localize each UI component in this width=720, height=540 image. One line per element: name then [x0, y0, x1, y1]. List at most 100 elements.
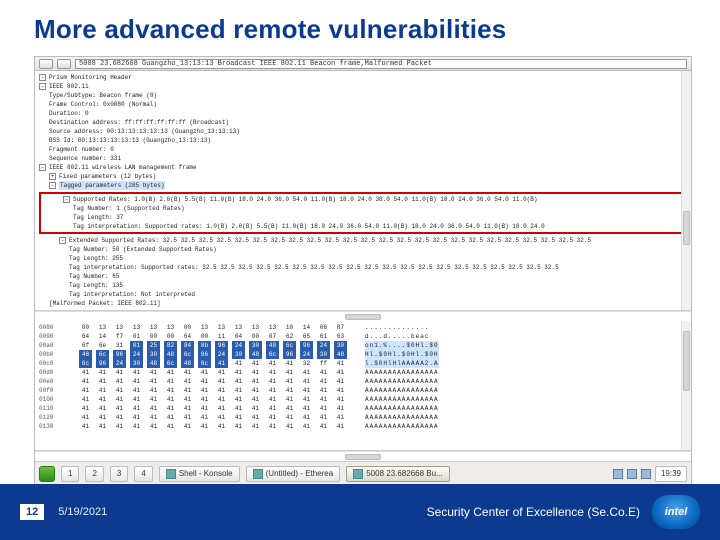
hex-byte: 41: [317, 386, 330, 395]
expand-icon[interactable]: -: [49, 182, 56, 189]
nav-forward-button[interactable]: [57, 59, 71, 69]
hex-bytes: 6f6e31012582848b962430486c962430: [79, 341, 347, 350]
vertical-scrollbar[interactable]: [681, 321, 691, 450]
hex-byte: 41: [164, 377, 177, 386]
expand-icon[interactable]: -: [39, 164, 46, 171]
hex-ascii: AAAAAAAAAAAAAAAA: [365, 422, 439, 431]
hex-byte: 6c: [283, 341, 296, 350]
hex-byte: 41: [232, 395, 245, 404]
hex-byte: 96: [300, 341, 313, 350]
hex-byte: 41: [130, 377, 143, 386]
tray-icon[interactable]: [641, 469, 651, 479]
hex-byte: 11: [215, 332, 228, 341]
hex-row: 00e041414141414141414141414141414141AAAA…: [39, 377, 687, 386]
hex-byte: 13: [96, 323, 109, 332]
tray-icon[interactable]: [613, 469, 623, 479]
hex-byte: 82: [164, 341, 177, 350]
tab-label: 3: [117, 469, 121, 478]
hex-byte: 41: [334, 404, 347, 413]
hex-byte: 41: [283, 386, 296, 395]
hex-ascii: l.$0HlHlAAAAA2.A: [365, 359, 439, 368]
expand-icon[interactable]: -: [63, 196, 70, 203]
hex-byte: 6c: [96, 350, 109, 359]
hex-bytes: 41414141414141414141414141414141: [79, 368, 347, 377]
hex-byte: 41: [317, 413, 330, 422]
tree-leaf: Tag interpretation: Supported rates: 1.0…: [43, 222, 683, 231]
desktop-tab[interactable]: 1: [61, 466, 79, 482]
tree-leaf: Tag Number: 1 (Supported Rates): [43, 204, 683, 213]
hex-byte: 41: [215, 395, 228, 404]
hex-byte: 41: [198, 404, 211, 413]
tree-node: Extended Supported Rates: 32.5 32.5 32.5…: [69, 237, 591, 244]
hex-byte: 30: [334, 341, 347, 350]
scroll-thumb[interactable]: [345, 454, 381, 460]
slide-footer: 12 5/19/2021 Security Center of Excellen…: [0, 484, 720, 540]
hex-row: 00906414f701000064001104000762656163d...…: [39, 332, 687, 341]
hex-byte: 41: [215, 368, 228, 377]
desktop-tab[interactable]: 4: [134, 466, 152, 482]
packet-summary-field[interactable]: 5008 23.682668 Guangzho_13:13:13 Broadca…: [75, 59, 687, 69]
hex-byte: 41: [266, 386, 279, 395]
hex-byte: 41: [266, 395, 279, 404]
hex-byte: 41: [266, 377, 279, 386]
hex-byte: 41: [334, 377, 347, 386]
hex-byte: 41: [283, 359, 296, 368]
tree-leaf: Tag Length: 37: [43, 213, 683, 222]
task-item-active[interactable]: 5008 23.682668 Bu...: [346, 466, 450, 482]
tree-leaf: Destination address: ff:ff:ff:ff:ff:ff (…: [39, 118, 687, 127]
tree-leaf: Tag Number: 50 (Extended Supported Rates…: [39, 245, 687, 254]
tree-leaf: Fragment number: 0: [39, 145, 687, 154]
hex-byte: 00: [249, 332, 262, 341]
hex-row: 00b0486c962430486c962430486c96243048Hl.$…: [39, 350, 687, 359]
task-item[interactable]: (Untitled) - Etherea: [246, 466, 341, 482]
expand-icon[interactable]: -: [59, 237, 66, 244]
hex-address: 00d0: [39, 368, 69, 377]
hex-byte: 41: [79, 368, 92, 377]
hex-byte: 04: [232, 332, 245, 341]
hex-byte: 41: [164, 368, 177, 377]
hex-byte: 41: [334, 368, 347, 377]
hex-byte: 41: [317, 395, 330, 404]
tray-icon[interactable]: [627, 469, 637, 479]
expand-icon[interactable]: -: [39, 83, 46, 90]
hex-byte: 41: [300, 404, 313, 413]
hex-byte: 41: [317, 377, 330, 386]
hex-byte: 41: [147, 377, 160, 386]
expand-icon[interactable]: +: [49, 173, 56, 180]
task-label: Shell - Konsole: [179, 469, 233, 478]
hex-ascii: AAAAAAAAAAAAAAAA: [365, 368, 439, 377]
task-item[interactable]: Shell - Konsole: [159, 466, 240, 482]
hex-byte: 96: [215, 341, 228, 350]
hex-byte: 41: [249, 368, 262, 377]
hex-byte: 41: [215, 422, 228, 431]
footer-attribution: Security Center of Excellence (Se.Co.E): [427, 505, 640, 519]
vertical-scrollbar[interactable]: [681, 71, 691, 310]
hex-byte: 41: [232, 404, 245, 413]
hex-byte: 41: [334, 422, 347, 431]
nav-back-button[interactable]: [39, 59, 53, 69]
hex-byte: 6e: [96, 341, 109, 350]
hex-dump-pane[interactable]: 008000131313131300131313131310140687....…: [35, 321, 691, 451]
start-button[interactable]: [39, 466, 55, 482]
hex-byte: 24: [215, 350, 228, 359]
desktop-tab[interactable]: 3: [110, 466, 128, 482]
hex-byte: 41: [96, 395, 109, 404]
scroll-thumb[interactable]: [683, 331, 690, 391]
hex-byte: 41: [164, 386, 177, 395]
scroll-thumb[interactable]: [345, 314, 381, 320]
app-icon: [166, 469, 176, 479]
clock-text: 19:39: [661, 469, 681, 478]
horizontal-scrollbar[interactable]: [35, 451, 691, 461]
horizontal-scrollbar[interactable]: [35, 311, 691, 321]
hex-byte: f7: [113, 332, 126, 341]
hex-address: 0090: [39, 332, 69, 341]
hex-byte: 25: [147, 341, 160, 350]
clock[interactable]: 19:39: [655, 466, 687, 482]
scroll-thumb[interactable]: [683, 211, 690, 245]
desktop-tab[interactable]: 2: [85, 466, 103, 482]
dissection-pane[interactable]: -Prism Monitoring Header -IEEE 802.11 Ty…: [35, 71, 691, 311]
hex-byte: 41: [232, 377, 245, 386]
expand-icon[interactable]: -: [39, 74, 46, 81]
hex-byte: 13: [147, 323, 160, 332]
task-label: 5008 23.682668 Bu...: [366, 469, 443, 478]
